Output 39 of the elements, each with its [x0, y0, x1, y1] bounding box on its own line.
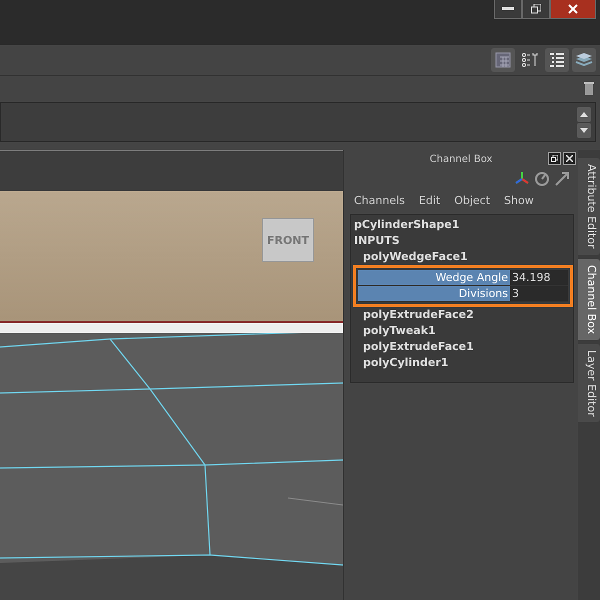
float-button[interactable]: [548, 152, 562, 165]
side-tab[interactable]: Attribute Editor: [578, 158, 600, 255]
panel-title: Channel Box: [430, 154, 492, 164]
layers-icon[interactable]: [572, 48, 596, 72]
float-icon: [551, 155, 558, 162]
minimize-button[interactable]: [494, 0, 522, 19]
input-field[interactable]: [0, 102, 596, 142]
shape-name[interactable]: pCylinderShape1: [351, 217, 574, 233]
attribute-value[interactable]: 34.198: [510, 270, 568, 285]
table-icon[interactable]: [491, 48, 515, 72]
menu-item[interactable]: Edit: [418, 194, 440, 206]
input-node[interactable]: polyCylinder1: [351, 355, 574, 371]
attribute-label: Divisions: [358, 286, 510, 301]
section-label: INPUTS: [353, 233, 401, 249]
restore-button[interactable]: [522, 0, 550, 19]
input-node[interactable]: polyExtrudeFace2: [351, 307, 574, 323]
down-arrow-icon: [580, 128, 588, 132]
attribute-label: Wedge Angle: [358, 270, 510, 285]
close-icon: [568, 4, 578, 14]
arrow-icon[interactable]: [554, 171, 570, 187]
side-tab[interactable]: Layer Editor: [578, 344, 600, 422]
close-icon: [566, 155, 574, 162]
up-arrow-icon: [580, 112, 588, 116]
menu-item[interactable]: Channels: [354, 194, 405, 206]
close-button[interactable]: [550, 0, 596, 19]
input-node[interactable]: polyWedgeFace1: [351, 249, 574, 265]
side-tab[interactable]: Channel Box: [578, 258, 600, 340]
menu-item[interactable]: Object: [454, 194, 490, 206]
minimize-icon: [502, 7, 514, 11]
trash-icon[interactable]: [584, 82, 594, 94]
scroll-down-button[interactable]: [577, 122, 591, 138]
input-node[interactable]: polyTweak1: [351, 323, 574, 339]
attribute-value[interactable]: 3: [510, 286, 568, 301]
input-node[interactable]: polyExtrudeFace1: [351, 339, 574, 355]
scroll-up-button[interactable]: [577, 106, 591, 122]
menu-item[interactable]: Show: [504, 194, 534, 206]
list-icon[interactable]: [545, 48, 569, 72]
restore-icon: [531, 4, 541, 14]
close-button[interactable]: [563, 152, 576, 165]
